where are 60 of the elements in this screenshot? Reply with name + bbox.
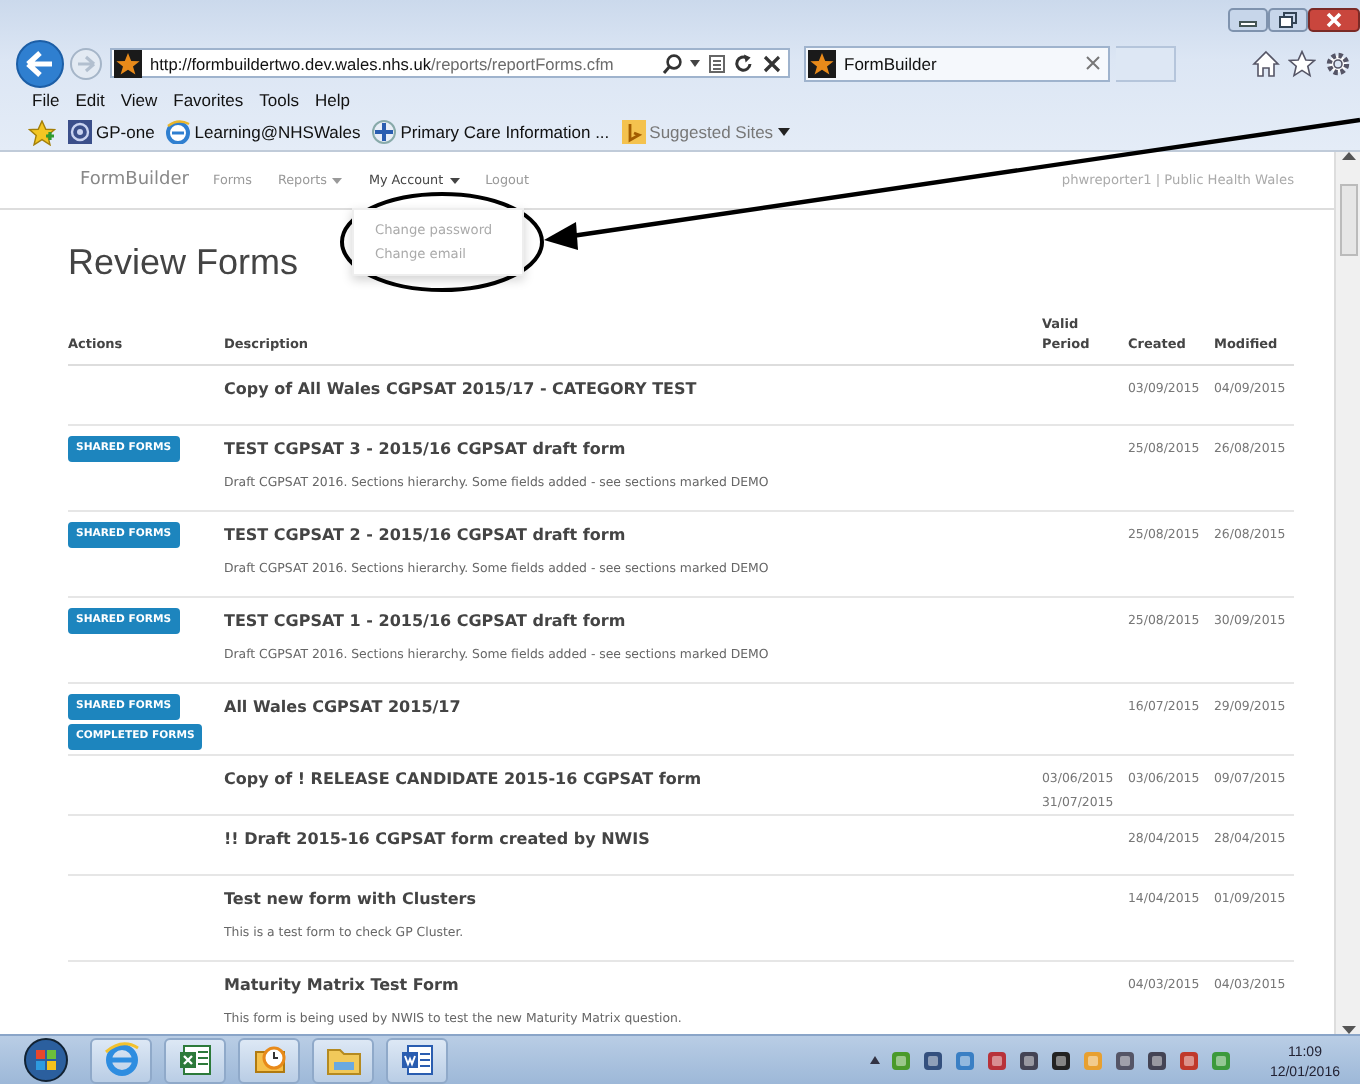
menu-item[interactable]: Favorites (165, 89, 252, 109)
bing-site-icon (621, 120, 646, 144)
page-title: Review Forms (68, 242, 299, 284)
document-icon[interactable] (399, 1042, 435, 1078)
star-icon[interactable] (1288, 49, 1316, 77)
back-button[interactable] (16, 39, 64, 87)
menu-item[interactable]: Edit (67, 89, 113, 109)
tray-icon[interactable] (1145, 1049, 1168, 1071)
browser-icon[interactable] (103, 1042, 139, 1078)
form-title[interactable]: !! Draft 2015-16 CGPSAT form created by NWIS (224, 826, 650, 854)
form-title[interactable]: All Wales CGPSAT 2015/17 (224, 694, 461, 722)
caret-icon[interactable] (690, 59, 700, 67)
tray-icon[interactable] (1049, 1049, 1072, 1071)
tray-icon[interactable] (1017, 1049, 1040, 1071)
menu-item[interactable]: File (24, 89, 68, 109)
favorites-link[interactable]: Learning@NHSWales (166, 120, 361, 144)
start-button[interactable] (24, 1038, 68, 1082)
caret-icon (449, 177, 460, 183)
favorites-star-icon[interactable] (28, 119, 56, 145)
close-icon[interactable] (762, 53, 782, 73)
site-icon (114, 49, 142, 77)
favorites-link[interactable]: GP-one (68, 120, 155, 144)
menu-item[interactable]: Tools (251, 89, 307, 109)
scrollbar[interactable] (1334, 152, 1360, 1034)
arrow-up-icon[interactable] (1341, 152, 1355, 160)
form-title[interactable]: TEST CGPSAT 2 - 2015/16 CGPSAT draft form (224, 522, 626, 550)
home-icon[interactable] (1252, 49, 1280, 77)
compatibility-icon[interactable] (708, 53, 726, 73)
close-button[interactable] (1308, 8, 1360, 32)
minimize-button[interactable] (1228, 8, 1268, 32)
mail-clock-icon[interactable] (251, 1042, 287, 1078)
gpone-site-icon (68, 120, 92, 144)
favorites-link[interactable]: Primary Care Information ... (372, 120, 610, 144)
cross-site-icon (372, 120, 397, 144)
arrow-down-icon[interactable] (1341, 1026, 1355, 1034)
brand-link[interactable]: FormBuilder (80, 170, 190, 190)
search-icon[interactable] (662, 53, 682, 73)
form-title[interactable]: Test new form with Clusters (224, 886, 476, 914)
ie-site-icon (166, 120, 191, 144)
caret-icon[interactable] (869, 1056, 880, 1064)
favorites-link[interactable]: Suggested Sites (621, 120, 790, 144)
refresh-icon[interactable] (734, 53, 754, 73)
tray-icon[interactable] (1113, 1049, 1136, 1071)
form-title[interactable]: Copy of ! RELEASE CANDIDATE 2015-16 CGPSAT form (224, 766, 702, 794)
restore-button[interactable] (1268, 8, 1308, 32)
menu-item[interactable]: View (112, 89, 166, 109)
form-title[interactable]: Copy of All Wales CGPSAT 2015/17 - CATEGORY TEST (224, 376, 697, 404)
settings-icon[interactable] (1324, 49, 1352, 77)
caret-icon (777, 128, 790, 136)
menu-item[interactable]: Help (306, 89, 358, 109)
scrollbar-thumb[interactable] (1339, 184, 1357, 256)
tray-icon[interactable] (921, 1049, 944, 1071)
caret-icon (332, 177, 343, 183)
form-title[interactable]: TEST CGPSAT 3 - 2015/16 CGPSAT draft form (224, 436, 626, 464)
form-title[interactable]: Maturity Matrix Test Form (224, 972, 459, 1000)
form-title[interactable]: TEST CGPSAT 1 - 2015/16 CGPSAT draft form (224, 608, 626, 636)
browser-tab[interactable]: FormBuilder (804, 45, 1110, 81)
site-icon (808, 49, 836, 77)
address-bar[interactable]: http://formbuildertwo.dev.wales.nhs.uk/reports/reportForms.cfm (110, 48, 790, 78)
spreadsheet-icon[interactable] (177, 1042, 213, 1078)
